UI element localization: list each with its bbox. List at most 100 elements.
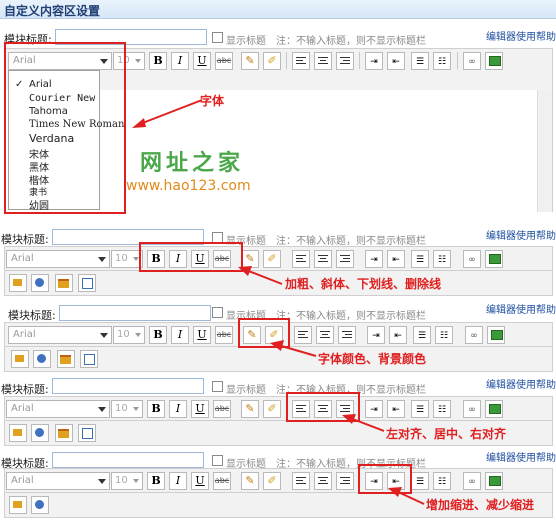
font-color-button[interactable]: ✎ [241,400,259,418]
show-title-checkbox[interactable] [212,455,223,466]
decrease-indent-button[interactable]: ⇤ [387,52,405,70]
show-title-checkbox[interactable] [212,32,223,43]
editor-help-link[interactable]: 编辑器使用帮助 [486,376,556,391]
bulleted-list-button[interactable]: ☰ [411,250,429,268]
indent-icon: ⇥ [370,255,378,265]
table-icon [60,355,71,364]
font-family-select[interactable]: Arial [8,326,112,344]
insert-link-button[interactable]: ∞ [465,326,483,344]
decrease-indent-button[interactable]: ⇤ [387,400,405,418]
numbered-list-button[interactable]: ☷ [433,472,451,490]
source-code-button[interactable] [78,274,96,292]
strikethrough-button[interactable]: abc [213,400,231,418]
italic-button[interactable]: I [171,52,189,70]
insert-image-button[interactable] [485,52,503,70]
font-size-select[interactable]: 10 [113,326,145,344]
align-right-button[interactable] [336,52,354,70]
module-title-input[interactable] [52,452,204,468]
background-color-button[interactable]: ✐ [263,472,281,490]
numbered-list-button[interactable]: ☷ [433,400,451,418]
insert-image-button[interactable] [485,250,503,268]
align-center-button[interactable] [314,472,332,490]
insert-image-button[interactable] [485,400,503,418]
font-size-select[interactable]: 10 [111,400,143,418]
font-family-select[interactable]: Arial [6,250,110,268]
font-size-select[interactable]: 10 [111,472,143,490]
show-title-checkbox[interactable] [212,381,223,392]
insert-flash-button[interactable] [31,424,49,442]
bold-button[interactable]: B [147,400,165,418]
increase-indent-button[interactable]: ⇥ [367,326,385,344]
insert-table-button[interactable] [55,424,73,442]
insert-link-button[interactable]: ∞ [463,52,481,70]
align-left-button[interactable] [292,250,310,268]
separator [457,52,458,69]
source-code-button[interactable] [80,350,98,368]
italic-button[interactable]: I [171,326,189,344]
insert-table-button[interactable] [55,274,73,292]
decrease-indent-button[interactable]: ⇤ [387,250,405,268]
underline-button[interactable]: U [193,52,211,70]
align-left-button[interactable] [292,52,310,70]
bold-button[interactable]: B [149,52,167,70]
background-color-button[interactable]: ✐ [263,52,281,70]
align-right-button[interactable] [336,250,354,268]
insert-table-button[interactable] [57,350,75,368]
insert-link-button[interactable]: ∞ [463,250,481,268]
increase-indent-button[interactable]: ⇥ [365,52,383,70]
numbered-list-icon: ☷ [437,477,447,487]
editor-help-link[interactable]: 编辑器使用帮助 [486,301,556,316]
insert-flash-button[interactable] [31,274,49,292]
numbered-list-button[interactable]: ☷ [435,326,453,344]
numbered-list-button[interactable]: ☷ [433,52,451,70]
insert-image-button[interactable] [485,472,503,490]
insert-media-button[interactable] [11,350,29,368]
decrease-indent-button[interactable]: ⇤ [389,326,407,344]
background-color-button[interactable]: ✐ [263,400,281,418]
bulleted-list-button[interactable]: ☰ [413,326,431,344]
module-title-input[interactable] [52,378,204,394]
source-code-button[interactable] [78,424,96,442]
italic-button[interactable]: I [169,472,187,490]
link-icon: ∞ [468,477,476,487]
bold-button[interactable]: B [147,472,165,490]
underline-button[interactable]: U [193,326,211,344]
module-title-input[interactable] [59,305,211,321]
editor-scrollbar[interactable] [537,90,552,212]
align-center-button[interactable] [314,250,332,268]
underline-button[interactable]: U [191,472,209,490]
underline-button[interactable]: U [191,400,209,418]
numbered-list-button[interactable]: ☷ [433,250,451,268]
strikethrough-button[interactable]: abc [215,52,233,70]
insert-flash-button[interactable] [31,496,49,514]
font-family-select[interactable]: Arial [6,472,110,490]
highlighter-icon: ✐ [267,402,277,415]
insert-media-button[interactable] [9,424,27,442]
insert-link-button[interactable]: ∞ [463,400,481,418]
editor-help-link[interactable]: 编辑器使用帮助 [486,227,556,242]
font-color-button[interactable]: ✎ [241,52,259,70]
chevron-down-icon [135,59,141,63]
editor-help-link[interactable]: 编辑器使用帮助 [486,28,556,43]
align-right-button[interactable] [336,472,354,490]
insert-media-button[interactable] [9,274,27,292]
align-center-button[interactable] [314,52,332,70]
bulleted-list-button[interactable]: ☰ [411,400,429,418]
insert-flash-button[interactable] [33,350,51,368]
table-icon [58,279,69,288]
insert-link-button[interactable]: ∞ [463,472,481,490]
italic-button[interactable]: I [169,400,187,418]
bulleted-list-button[interactable]: ☰ [411,52,429,70]
show-title-checkbox[interactable] [212,307,223,318]
increase-indent-button[interactable]: ⇥ [365,250,383,268]
strikethrough-button[interactable]: abc [213,472,231,490]
align-right-button[interactable] [338,326,356,344]
insert-media-button[interactable] [9,496,27,514]
font-family-select[interactable]: Arial [6,400,110,418]
align-left-button[interactable] [292,472,310,490]
bold-button[interactable]: B [149,326,167,344]
font-color-button[interactable]: ✎ [241,472,259,490]
strikethrough-button[interactable]: abc [215,326,233,344]
insert-image-button[interactable] [487,326,505,344]
editor-help-link[interactable]: 编辑器使用帮助 [486,449,556,464]
